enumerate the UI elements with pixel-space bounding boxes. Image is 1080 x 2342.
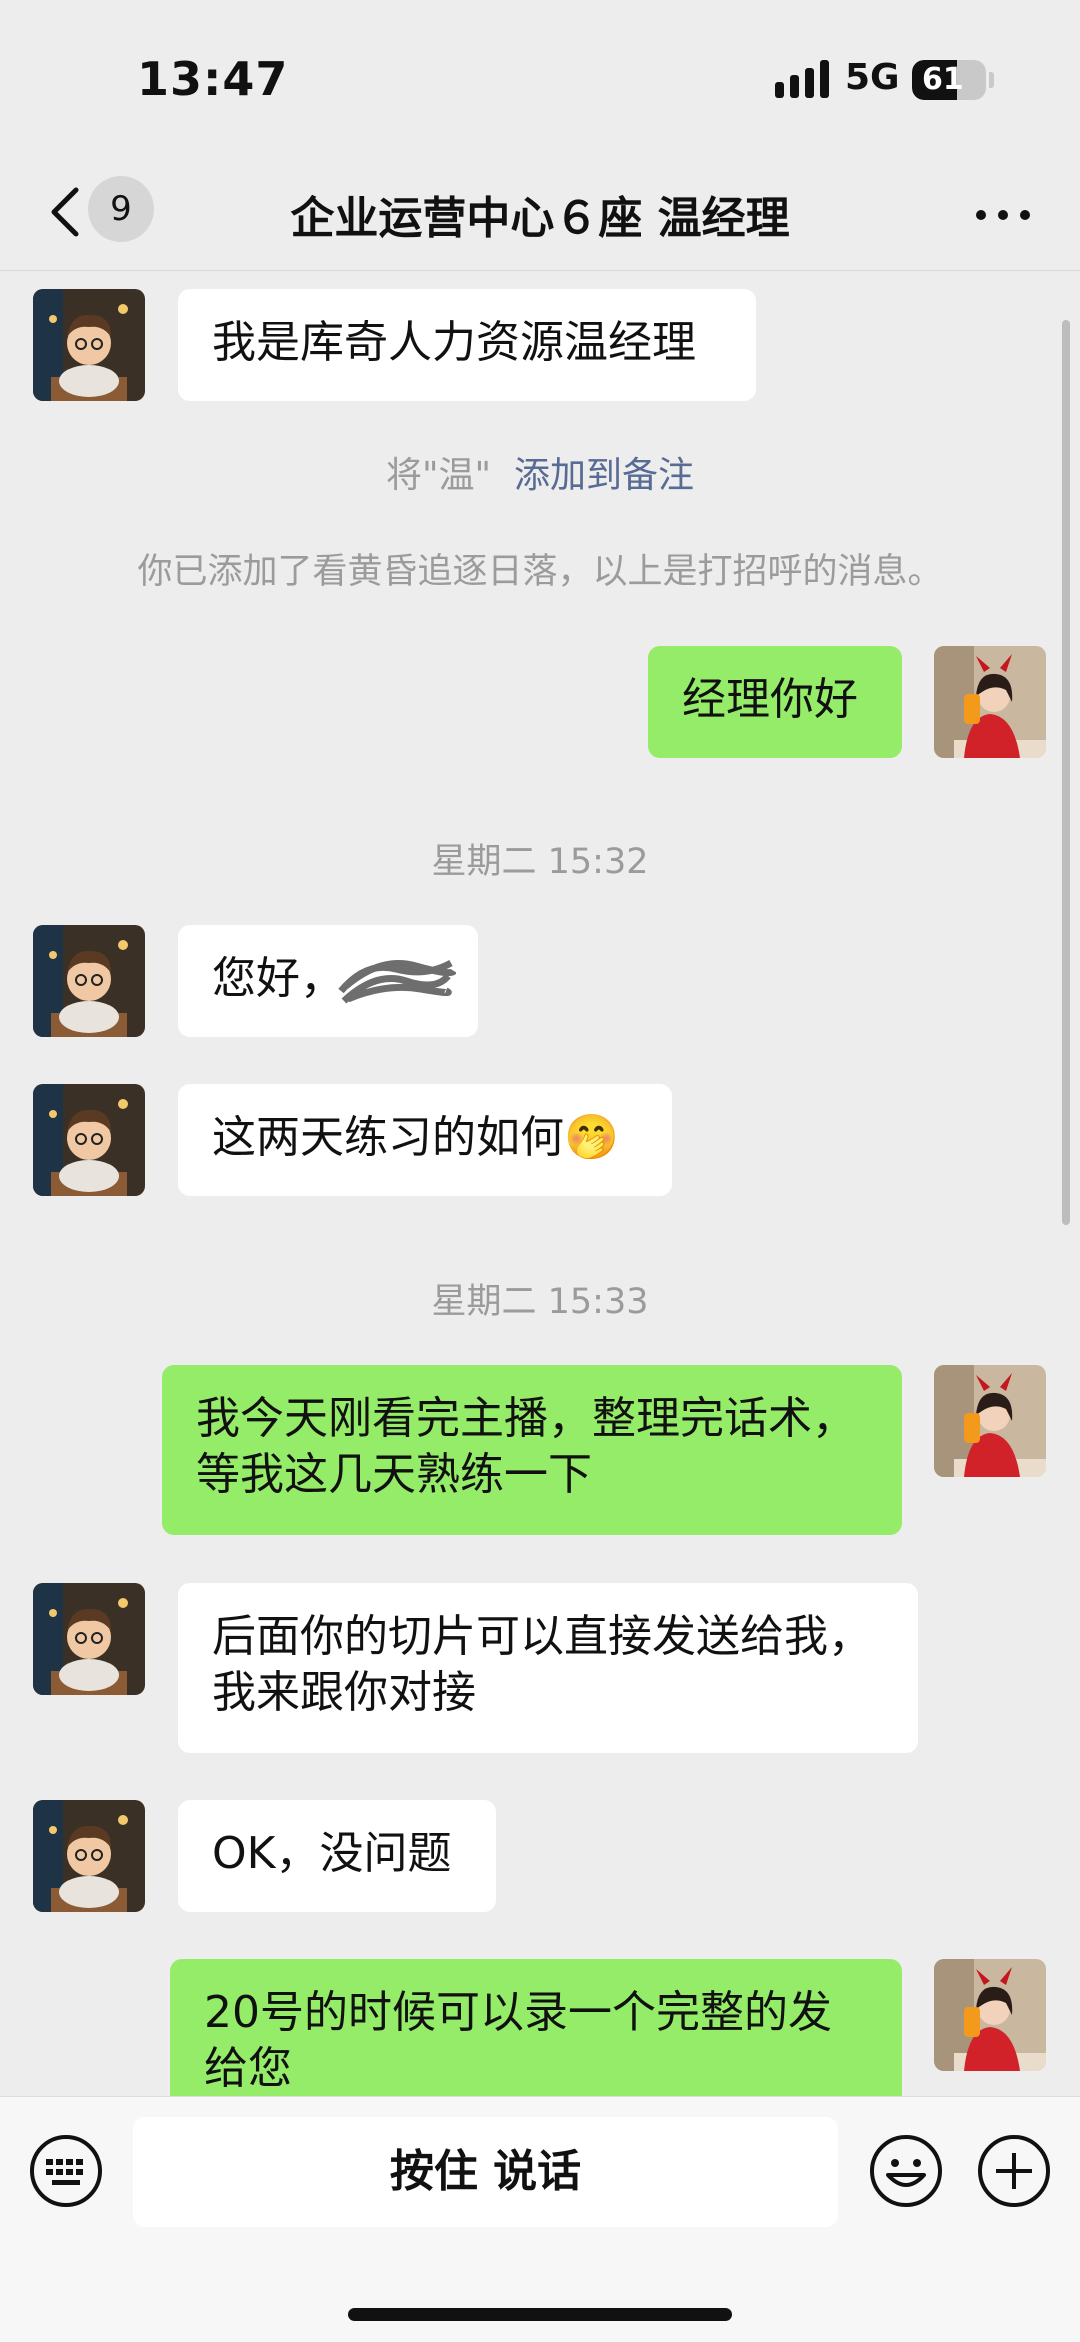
message-text-line: 我今天刚看完主播，整理完话术， <box>196 1393 856 1444</box>
my-avatar[interactable] <box>934 1959 1046 2071</box>
my-avatar[interactable] <box>934 1365 1046 1477</box>
message-text-line: 20号的时候可以录一个完整的发 <box>204 1987 832 2038</box>
message-bubble-outgoing[interactable]: 我今天刚看完主播，整理完话术， 等我这几天熟练一下 <box>162 1365 902 1535</box>
message-bubble-incoming[interactable]: 您好， <box>178 925 478 1037</box>
scrollbar[interactable] <box>1062 320 1070 1225</box>
message-bubble-outgoing[interactable]: 20号的时候可以录一个完整的发 给您 <box>170 1959 902 2096</box>
message-timestamp: 星期二 15:32 <box>431 842 649 882</box>
remark-prefix: 将"温" <box>385 455 492 496</box>
my-avatar[interactable] <box>934 646 1046 758</box>
message-list[interactable]: 我是库奇人力资源温经理 将"温" 添加到备注 你已添加了看黄昏追逐日落，以上是打… <box>0 271 1080 2096</box>
message-bubble-incoming[interactable]: 后面你的切片可以直接发送给我， 我来跟你对接 <box>178 1583 918 1753</box>
redacted-scribble <box>338 959 456 1004</box>
input-bar: 按住 说话 <box>0 2096 1080 2342</box>
message-bubble-incoming[interactable]: OK，没问题 <box>178 1800 496 1912</box>
contact-avatar[interactable] <box>33 1583 145 1695</box>
message-text-line: 后面你的切片可以直接发送给我， <box>212 1611 872 1662</box>
more-dots-icon[interactable] <box>970 190 1036 240</box>
battery-level: 61 <box>922 62 964 97</box>
message-text: OK，没问题 <box>212 1828 452 1879</box>
chat-title: 企业运营中心６座 温经理 <box>290 193 790 244</box>
message-text: 我是库奇人力资源温经理 <box>212 317 696 368</box>
contact-avatar[interactable] <box>33 289 145 401</box>
unread-count-badge[interactable]: 9 <box>88 176 154 242</box>
chat-header: 9 企业运营中心６座 温经理 <box>0 160 1080 270</box>
message-bubble-outgoing[interactable]: 经理你好 <box>648 646 902 758</box>
add-remark-link[interactable]: 添加到备注 <box>514 455 694 496</box>
message-text-line: 我来跟你对接 <box>212 1667 476 1718</box>
message-text-line: 给您 <box>204 2043 292 2094</box>
message-text: 您好， <box>212 953 344 1004</box>
remark-hint: 将"温" 添加到备注 <box>0 446 1080 498</box>
message-text: 这两天练习的如何 <box>212 1112 564 1163</box>
signal-icon <box>775 60 829 98</box>
keyboard-icon[interactable] <box>28 2133 104 2209</box>
battery-icon: 61 <box>912 60 986 100</box>
contact-avatar[interactable] <box>33 1800 145 1912</box>
battery-tip <box>989 72 994 88</box>
contact-avatar[interactable] <box>33 925 145 1037</box>
message-text: 经理你好 <box>682 674 858 725</box>
smiley-icon[interactable] <box>868 2133 944 2209</box>
status-bar: 13:47 5G 61 <box>0 0 1080 160</box>
message-bubble-incoming[interactable]: 这两天练习的如何🤭 <box>178 1084 672 1196</box>
smirk-emoji: 🤭 <box>564 1112 619 1163</box>
message-timestamp: 星期二 15:33 <box>431 1282 649 1322</box>
message-bubble-incoming[interactable]: 我是库奇人力资源温经理 <box>178 289 756 401</box>
contact-avatar[interactable] <box>33 1084 145 1196</box>
status-time: 13:47 <box>137 52 289 106</box>
hold-to-talk-button[interactable]: 按住 说话 <box>133 2117 838 2227</box>
home-indicator <box>348 2308 732 2321</box>
plus-circle-icon[interactable] <box>976 2133 1052 2209</box>
added-friend-notice: 你已添加了看黄昏追逐日落，以上是打招呼的消息。 <box>137 552 943 592</box>
message-text-line: 等我这几天熟练一下 <box>196 1449 592 1500</box>
network-type: 5G <box>845 57 900 98</box>
chevron-left-icon[interactable] <box>42 182 92 242</box>
